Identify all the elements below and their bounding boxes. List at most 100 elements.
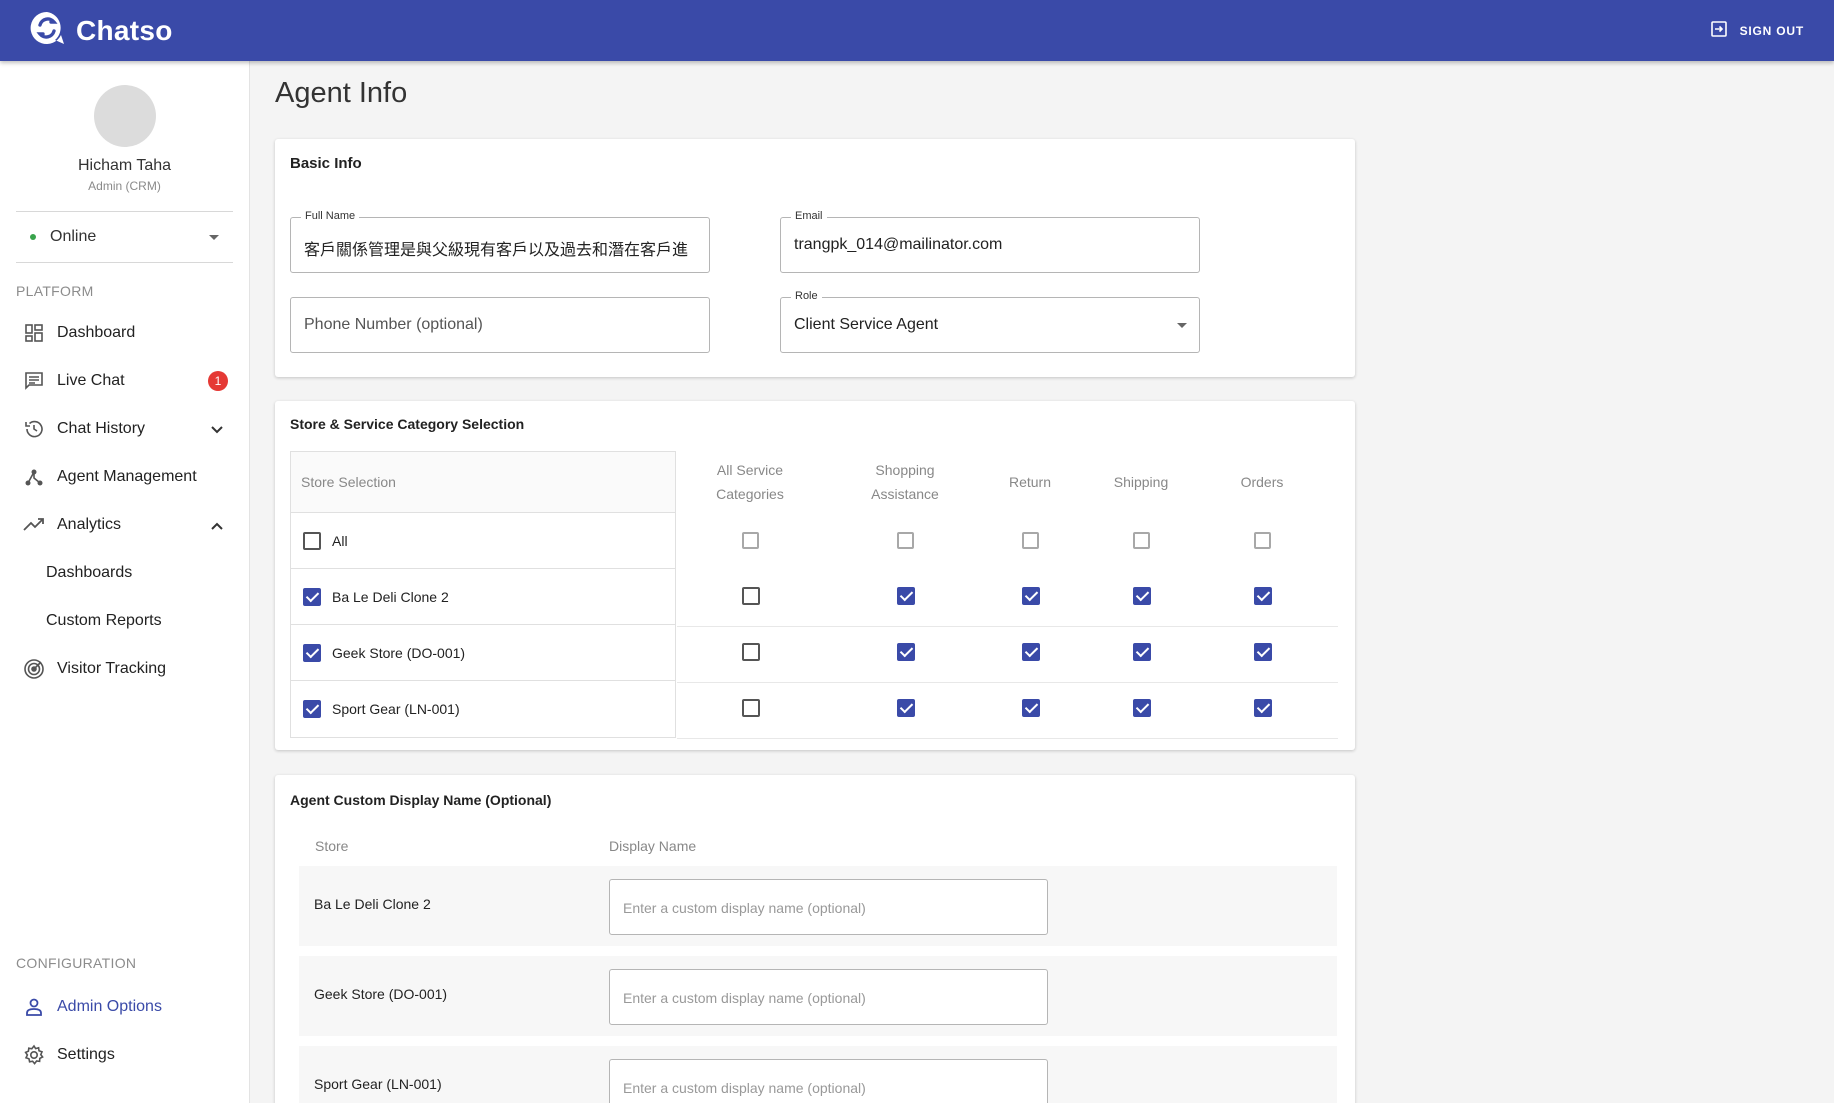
category-checkbox-shipping[interactable] <box>1133 699 1151 717</box>
category-checkbox-return[interactable] <box>1022 643 1040 661</box>
category-header-line: Shopping <box>875 461 935 478</box>
store-selection-header: Store Selection <box>291 452 675 513</box>
category-header-line: Return <box>1008 473 1052 490</box>
sidebar-item-label: Custom Reports <box>46 612 162 629</box>
sidebar-item-live-chat[interactable]: Live Chat 1 <box>0 357 249 405</box>
category-checkbox-orders[interactable] <box>1254 699 1272 717</box>
category-header-shipping: Shipping <box>1086 451 1196 512</box>
email-field[interactable]: Email trangpk_014@mailinator.com <box>780 210 1200 273</box>
platform-section-label: PLATFORM <box>16 283 94 299</box>
sidebar-item-dashboards[interactable]: Dashboards <box>0 549 249 597</box>
sidebar: Hicham Taha Admin (CRM) Online PLATFORM … <box>0 61 250 1103</box>
phone-number-field[interactable]: Phone Number (optional) <box>290 297 710 353</box>
sidebar-item-label: Admin Options <box>57 998 162 1015</box>
store-selection-card: Store & Service Category Selection Store… <box>275 401 1355 750</box>
display-name-input[interactable]: Enter a custom display name (optional) <box>609 879 1048 935</box>
user-name: Hicham Taha <box>77 157 172 174</box>
user-role: Admin (CRM) <box>88 179 161 193</box>
sidebar-item-chat-history[interactable]: Chat History <box>0 405 249 453</box>
category-header-shopping-assistance: Shopping Assistance <box>840 451 970 512</box>
display-name-store: Geek Store (DO-001) <box>314 986 448 1002</box>
chevron-up-icon <box>210 518 224 536</box>
store-checkbox[interactable] <box>303 700 321 718</box>
category-checkbox-shopping[interactable] <box>897 699 915 717</box>
table-row: Ba Le Deli Clone 2 Enter a custom displa… <box>299 866 1337 946</box>
category-checkbox-all-service[interactable] <box>742 532 759 549</box>
category-checkbox-all-service[interactable] <box>742 699 760 717</box>
chatso-logo-icon <box>28 9 66 52</box>
category-checkbox-return[interactable] <box>1022 699 1040 717</box>
store-row-all[interactable]: All <box>291 513 675 569</box>
category-checkbox-shipping[interactable] <box>1133 587 1151 605</box>
role-label: Role <box>791 290 822 302</box>
display-name-input[interactable]: Enter a custom display name (optional) <box>609 1059 1048 1103</box>
sidebar-item-settings[interactable]: Settings <box>0 1031 249 1079</box>
sidebar-item-visitor-tracking[interactable]: Visitor Tracking <box>0 645 249 693</box>
role-select[interactable]: Role Client Service Agent <box>780 290 1200 353</box>
row-divider <box>677 682 1338 683</box>
category-checkbox-orders[interactable] <box>1254 532 1271 549</box>
category-checkbox-return[interactable] <box>1022 532 1039 549</box>
category-checkbox-shipping[interactable] <box>1133 643 1151 661</box>
sidebar-item-label: Settings <box>57 1046 115 1063</box>
store-selection-column: Store Selection All Ba Le Deli Clone 2 G… <box>290 451 676 738</box>
role-value: Client Service Agent <box>794 316 939 333</box>
category-checkbox-shopping[interactable] <box>897 643 915 661</box>
brand[interactable]: Chatso <box>28 9 173 52</box>
display-name-store: Sport Gear (LN-001) <box>314 1076 442 1092</box>
category-header-line: Categories <box>716 485 784 502</box>
store-checkbox[interactable] <box>303 587 321 606</box>
sidebar-item-agent-management[interactable]: Agent Management <box>0 453 249 501</box>
store-name: All <box>332 532 348 549</box>
display-name-input[interactable]: Enter a custom display name (optional) <box>609 969 1048 1025</box>
category-header-return: Return <box>975 451 1085 512</box>
sidebar-item-label: Analytics <box>57 516 122 533</box>
store-column-header: Store <box>315 838 349 854</box>
sidebar-item-dashboard[interactable]: Dashboard <box>0 309 249 357</box>
display-name-title: Agent Custom Display Name (Optional) <box>290 792 552 808</box>
category-header-all-service: All Service Categories <box>685 451 815 512</box>
basic-info-card: Basic Info Full Name 客戶關係管理是與父級現有客戶以及過去和… <box>275 139 1355 377</box>
store-row[interactable]: Geek Store (DO-001) <box>291 625 675 681</box>
caret-down-icon <box>1177 323 1187 328</box>
online-dot-icon <box>30 234 36 240</box>
row-divider <box>677 738 1338 739</box>
category-checkbox-all-service[interactable] <box>742 587 760 605</box>
store-selection-title: Store & Service Category Selection <box>290 416 525 432</box>
category-checkbox-all-service[interactable] <box>742 643 760 661</box>
sidebar-item-label: Dashboard <box>57 324 136 341</box>
sidebar-item-analytics[interactable]: Analytics <box>0 501 249 549</box>
email-value: trangpk_014@mailinator.com <box>794 236 1003 253</box>
category-checkbox-orders[interactable] <box>1254 587 1272 605</box>
email-label: Email <box>791 210 827 222</box>
brand-name: Chatso <box>76 14 173 46</box>
sidebar-item-admin-options[interactable]: Admin Options <box>0 983 249 1031</box>
chat-icon <box>22 369 46 393</box>
store-row[interactable]: Sport Gear (LN-001) <box>291 681 675 737</box>
status-select[interactable]: Online <box>16 211 233 263</box>
display-name-card: Agent Custom Display Name (Optional) Sto… <box>275 775 1355 1103</box>
chevron-down-icon <box>210 422 224 440</box>
category-checkbox-shipping[interactable] <box>1133 532 1150 549</box>
category-checkbox-return[interactable] <box>1022 587 1040 605</box>
full-name-field[interactable]: Full Name 客戶關係管理是與父級現有客戶以及過去和潛在客戶進 <box>290 210 710 273</box>
store-checkbox[interactable] <box>303 643 321 662</box>
basic-info-title: Basic Info <box>290 155 362 172</box>
category-header-line: All Service <box>716 461 784 478</box>
store-row[interactable]: Ba Le Deli Clone 2 <box>291 569 675 625</box>
category-header-line: Assistance <box>871 485 939 502</box>
store-name: Sport Gear (LN-001) <box>332 701 460 717</box>
sidebar-item-label: Chat History <box>57 420 146 437</box>
row-divider <box>677 626 1338 627</box>
radar-icon <box>22 657 46 681</box>
main-content: Agent Info Basic Info Full Name 客戶關係管理是與… <box>251 61 1834 1103</box>
category-checkbox-shopping[interactable] <box>897 587 915 605</box>
sidebar-item-custom-reports[interactable]: Custom Reports <box>0 597 249 645</box>
category-checkbox-orders[interactable] <box>1254 643 1272 661</box>
trending-up-icon <box>22 513 46 537</box>
store-checkbox-all[interactable] <box>303 531 321 550</box>
sidebar-item-label: Agent Management <box>57 468 197 485</box>
category-checkbox-shopping[interactable] <box>897 532 914 549</box>
sidebar-item-label: Visitor Tracking <box>57 660 167 677</box>
sign-out-button[interactable]: SIGN OUT <box>1710 20 1806 41</box>
